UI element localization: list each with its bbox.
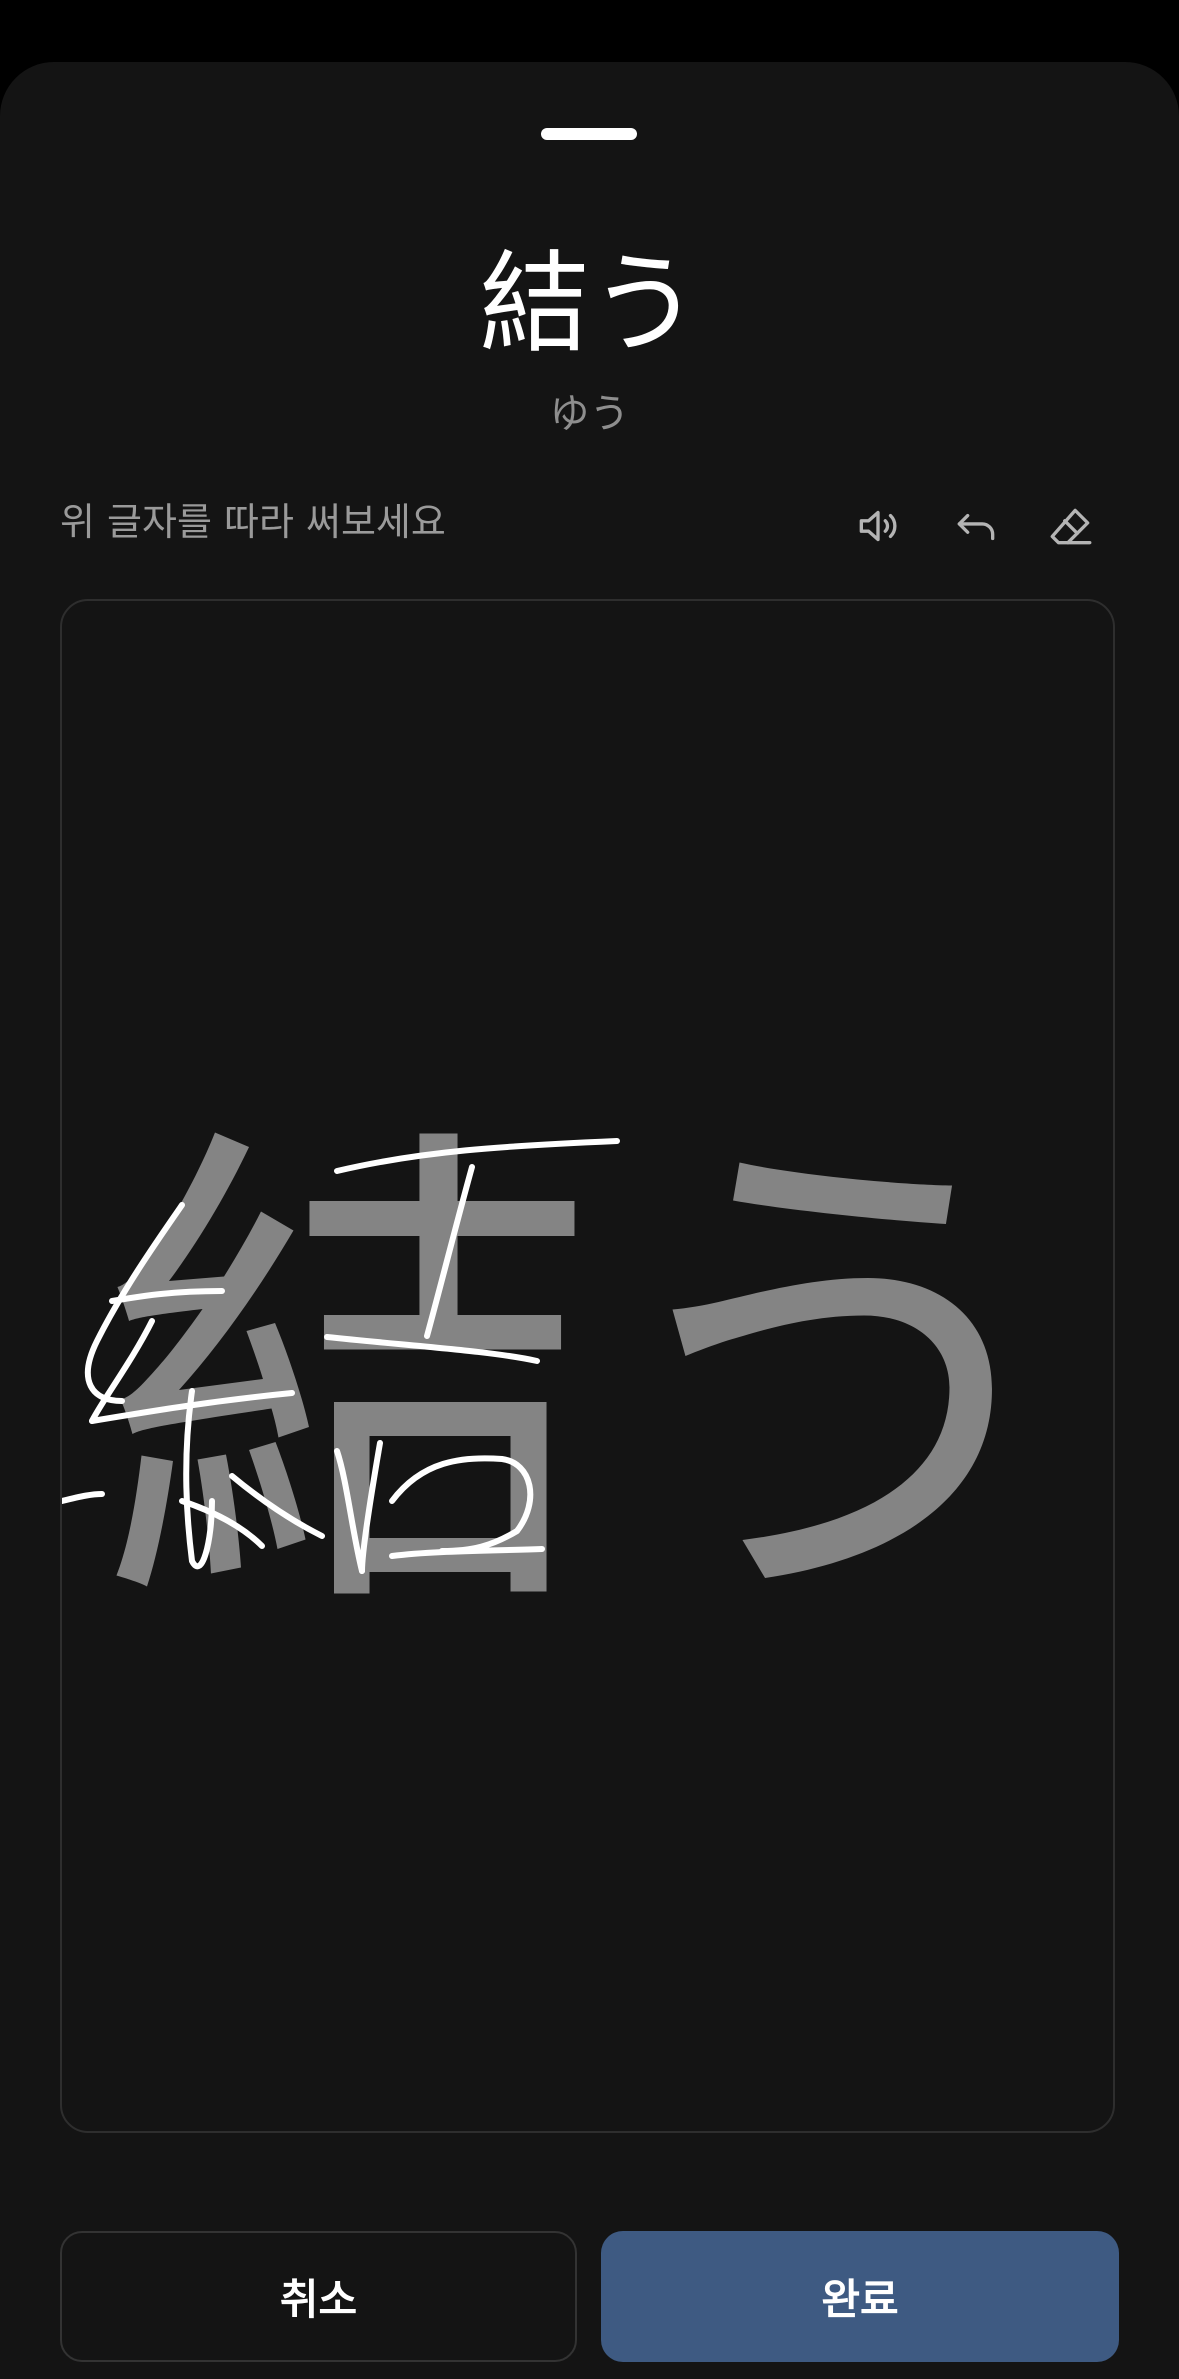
undo-icon[interactable] — [944, 494, 1008, 558]
speaker-icon[interactable] — [846, 494, 910, 558]
word-reading: ゆう — [549, 391, 630, 437]
drag-handle[interactable] — [541, 128, 637, 140]
drawing-canvas[interactable]: 結う — [60, 599, 1115, 2133]
done-button[interactable]: 완료 — [601, 2231, 1119, 2362]
cancel-button[interactable]: 취소 — [60, 2231, 577, 2362]
instruction-text: 위 글자를 따라 써보세요 — [60, 500, 446, 544]
handwriting-strokes — [62, 1138, 620, 1574]
bottom-sheet: 結う ゆう 위 글자를 따라 써보세요 結う 취소 완료 — [0, 62, 1179, 2379]
eraser-icon[interactable] — [1039, 494, 1103, 558]
word-title: 結う — [479, 240, 700, 368]
